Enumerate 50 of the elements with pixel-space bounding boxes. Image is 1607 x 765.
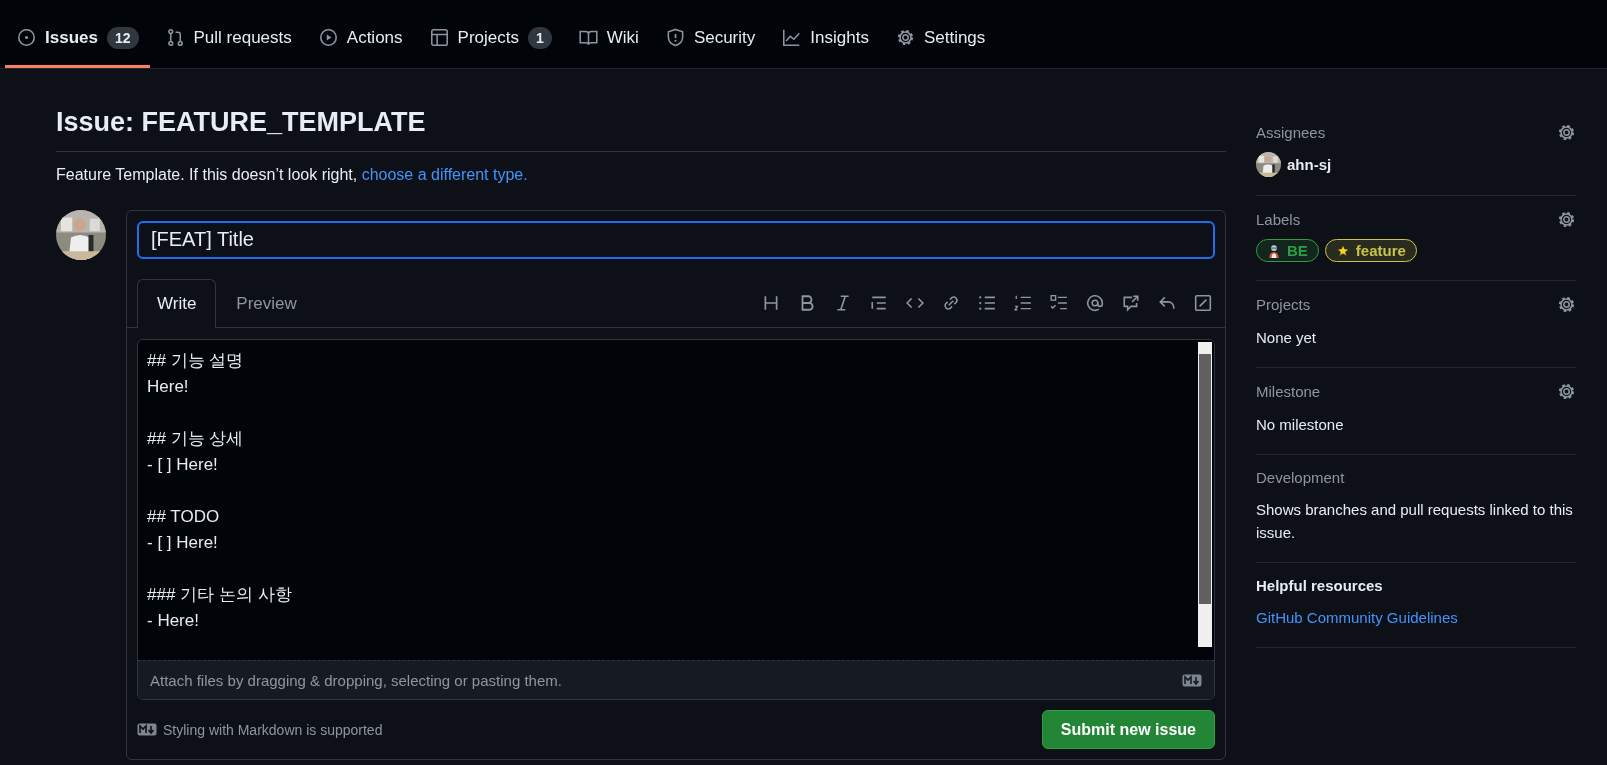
markdown-icon [1182,673,1202,687]
nav-tab[interactable]: Insights [770,0,880,68]
page-title: Issue: FEATURE_TEMPLATE [56,107,1226,152]
play-icon [318,28,338,47]
section-title: Labels [1256,211,1301,228]
star-icon [1335,243,1350,258]
graph-icon [782,28,802,47]
guidelines-link[interactable]: GitHub Community Guidelines [1256,606,1576,629]
section-title: Milestone [1256,383,1321,400]
body-field[interactable]: ## 기능 설명 Here! ## 기능 상세 - [ ] Here! ## TODO - [ ] Here! ### 기타 논의 사항 - Here! Attach files by dragging & dropping, selecting or pasting them. [137,339,1215,700]
editor-tab[interactable]: Preview [216,279,317,329]
assignee-name[interactable]: ahn-sj [1287,156,1332,173]
settings-icon [895,28,915,47]
count-badge: 12 [106,26,139,49]
section-title: Projects [1256,296,1311,313]
section-title: Development [1256,469,1345,486]
nav-tab[interactable]: Pull requests [153,0,303,68]
section-value: No milestone [1256,415,1345,435]
section-value: None yet [1256,328,1318,348]
section-title: Helpful resources [1256,577,1383,594]
change-type-link[interactable]: choose a different type. [361,166,528,183]
label-tag[interactable]: BE [1256,239,1319,262]
person-icon [1267,243,1281,258]
book-icon [578,28,598,47]
settings-icon[interactable] [1557,295,1576,314]
template-note: Feature Template. If this doesn’t look right, choose a different type. [56,166,529,184]
editor-tab[interactable]: Write [137,279,217,329]
nav-tab[interactable]: Issues 12 [5,0,150,68]
title-field[interactable]: [FEAT] Title [137,221,1215,259]
settings-icon[interactable] [1557,210,1576,229]
attach-hint: Attach files by dragging & dropping, selecting or pasting them. [150,671,562,689]
label-tag[interactable]: feature [1324,239,1417,262]
settings-icon[interactable] [1557,123,1576,142]
markdown-icon [137,723,157,736]
settings-icon[interactable] [1557,382,1576,401]
section-title: Assignees [1256,124,1326,141]
markdown-note: Styling with Markdown is supported [163,721,383,738]
submit-button[interactable]: Submit new issue [1041,710,1215,749]
count-badge: 1 [527,26,552,49]
nav-tab[interactable]: Wiki [566,0,650,68]
nav-tab[interactable]: Actions [306,0,414,68]
issue-icon [17,28,36,47]
shield-icon [665,28,685,47]
branch-icon [165,28,185,47]
nav-tab[interactable]: Projects 1 [417,0,563,68]
section-value: Shows branches and pull requests linked to this issue. [1256,500,1574,543]
nav-tab[interactable]: Settings [883,0,997,68]
table-icon [429,28,449,47]
nav-tab[interactable]: Security [653,0,767,68]
scrollbar[interactable] [1198,342,1212,648]
